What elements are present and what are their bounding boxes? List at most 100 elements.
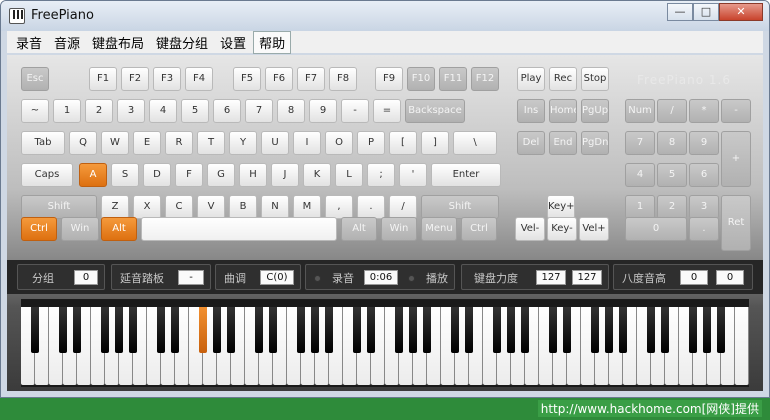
key-row1-17[interactable]: / <box>657 99 687 123</box>
piano-black-key[interactable] <box>702 307 712 353</box>
key-row1-15[interactable]: PgUp <box>581 99 609 123</box>
song-value[interactable]: C(0) <box>260 270 294 285</box>
piano-black-key[interactable] <box>492 307 502 353</box>
key-row1-5[interactable]: 5 <box>181 99 209 123</box>
key-row4-6[interactable]: N <box>261 195 289 219</box>
key-row5-6[interactable]: Menu <box>421 217 457 241</box>
key-row0-11[interactable]: F11 <box>439 67 467 91</box>
piano-black-key[interactable] <box>310 307 320 353</box>
key-row1-19[interactable]: - <box>721 99 751 123</box>
key-row2-19[interactable]: 9 <box>689 131 719 155</box>
piano-black-key[interactable] <box>170 307 180 353</box>
key-row0-6[interactable]: F6 <box>265 67 293 91</box>
key-row0-5[interactable]: F5 <box>233 67 261 91</box>
menu-source[interactable]: 音源 <box>49 32 85 53</box>
key-row5-3[interactable] <box>141 217 337 241</box>
key-row4-11[interactable]: Shift <box>421 195 499 219</box>
piano-black-key[interactable] <box>394 307 404 353</box>
key-row0-8[interactable]: F8 <box>329 67 357 91</box>
key-row3-14[interactable]: 5 <box>657 163 687 187</box>
key-row4-16[interactable]: Ret <box>721 195 751 251</box>
piano-black-key[interactable] <box>716 307 726 353</box>
menu-keyboard-layout[interactable]: 键盘布局 <box>87 32 149 53</box>
key-row1-13[interactable]: Ins <box>517 99 545 123</box>
key-row2-11[interactable]: [ <box>389 131 417 155</box>
key-row3-13[interactable]: 4 <box>625 163 655 187</box>
key-row2-18[interactable]: 8 <box>657 131 687 155</box>
key-row3-0[interactable]: Caps <box>21 163 73 187</box>
key-row1-6[interactable]: 6 <box>213 99 241 123</box>
key-row4-13[interactable]: 1 <box>625 195 655 219</box>
key-row5-4[interactable]: Alt <box>341 217 377 241</box>
key-row2-13[interactable]: \ <box>453 131 497 155</box>
key-row4-14[interactable]: 2 <box>657 195 687 219</box>
key-row5-8[interactable]: Vel- <box>515 217 545 241</box>
key-row2-4[interactable]: R <box>165 131 193 155</box>
piano-black-key[interactable] <box>58 307 68 353</box>
key-row3-15[interactable]: 6 <box>689 163 719 187</box>
key-row2-15[interactable]: End <box>549 131 577 155</box>
piano-black-key[interactable] <box>296 307 306 353</box>
key-row4-2[interactable]: X <box>133 195 161 219</box>
key-row1-11[interactable]: = <box>373 99 401 123</box>
key-row0-3[interactable]: F3 <box>153 67 181 91</box>
key-row1-1[interactable]: 1 <box>53 99 81 123</box>
key-row5-11[interactable]: 0 <box>625 217 687 241</box>
piano-black-key[interactable] <box>366 307 376 353</box>
piano-white-key[interactable] <box>735 307 749 385</box>
piano-black-key[interactable] <box>408 307 418 353</box>
key-row2-6[interactable]: Y <box>229 131 257 155</box>
key-row4-1[interactable]: Z <box>101 195 129 219</box>
piano-black-key[interactable] <box>156 307 166 353</box>
piano-black-key[interactable] <box>226 307 236 353</box>
piano-black-key[interactable] <box>422 307 432 353</box>
menu-settings[interactable]: 设置 <box>215 32 251 53</box>
key-row0-1[interactable]: F1 <box>89 67 117 91</box>
key-row4-15[interactable]: 3 <box>689 195 719 219</box>
key-row4-3[interactable]: C <box>165 195 193 219</box>
piano-black-key[interactable] <box>212 307 222 353</box>
piano-black-key[interactable] <box>618 307 628 353</box>
key-row2-16[interactable]: PgDn <box>581 131 609 155</box>
maximize-button[interactable]: □ <box>693 3 719 21</box>
key-row4-4[interactable]: V <box>197 195 225 219</box>
piano-black-key[interactable] <box>464 307 474 353</box>
piano-black-key[interactable] <box>688 307 698 353</box>
piano-black-key[interactable] <box>324 307 334 353</box>
key-row5-10[interactable]: Vel+ <box>579 217 609 241</box>
piano-black-key[interactable] <box>268 307 278 353</box>
piano-black-key[interactable] <box>660 307 670 353</box>
sustain-value[interactable]: - <box>178 270 204 285</box>
group-value[interactable]: 0 <box>74 270 98 285</box>
piano-keyboard[interactable] <box>21 299 749 387</box>
key-row5-5[interactable]: Win <box>381 217 417 241</box>
key-row4-0[interactable]: Shift <box>21 195 97 219</box>
menu-keyboard-group[interactable]: 键盘分组 <box>151 32 213 53</box>
octave-value-a[interactable]: 0 <box>680 270 708 285</box>
key-row2-0[interactable]: Tab <box>21 131 65 155</box>
key-row5-0[interactable]: Ctrl <box>21 217 57 241</box>
piano-black-key[interactable] <box>352 307 362 353</box>
piano-black-key[interactable] <box>506 307 516 353</box>
key-row2-2[interactable]: W <box>101 131 129 155</box>
key-row1-7[interactable]: 7 <box>245 99 273 123</box>
key-row3-10[interactable]: ; <box>367 163 395 187</box>
piano-black-key[interactable] <box>30 307 40 353</box>
key-row1-18[interactable]: * <box>689 99 719 123</box>
key-row3-3[interactable]: D <box>143 163 171 187</box>
key-row5-9[interactable]: Key- <box>547 217 577 241</box>
key-row2-3[interactable]: E <box>133 131 161 155</box>
key-row2-10[interactable]: P <box>357 131 385 155</box>
piano-black-key[interactable] <box>562 307 572 353</box>
key-row5-1[interactable]: Win <box>61 217 99 241</box>
key-row5-2[interactable]: Alt <box>101 217 137 241</box>
piano-black-key[interactable] <box>604 307 614 353</box>
key-row2-5[interactable]: T <box>197 131 225 155</box>
key-row1-9[interactable]: 9 <box>309 99 337 123</box>
key-row3-11[interactable]: ' <box>399 163 427 187</box>
piano-black-key[interactable] <box>198 307 208 353</box>
key-row2-9[interactable]: O <box>325 131 353 155</box>
key-row0-7[interactable]: F7 <box>297 67 325 91</box>
key-row3-8[interactable]: K <box>303 163 331 187</box>
key-row5-12[interactable]: . <box>689 217 719 241</box>
